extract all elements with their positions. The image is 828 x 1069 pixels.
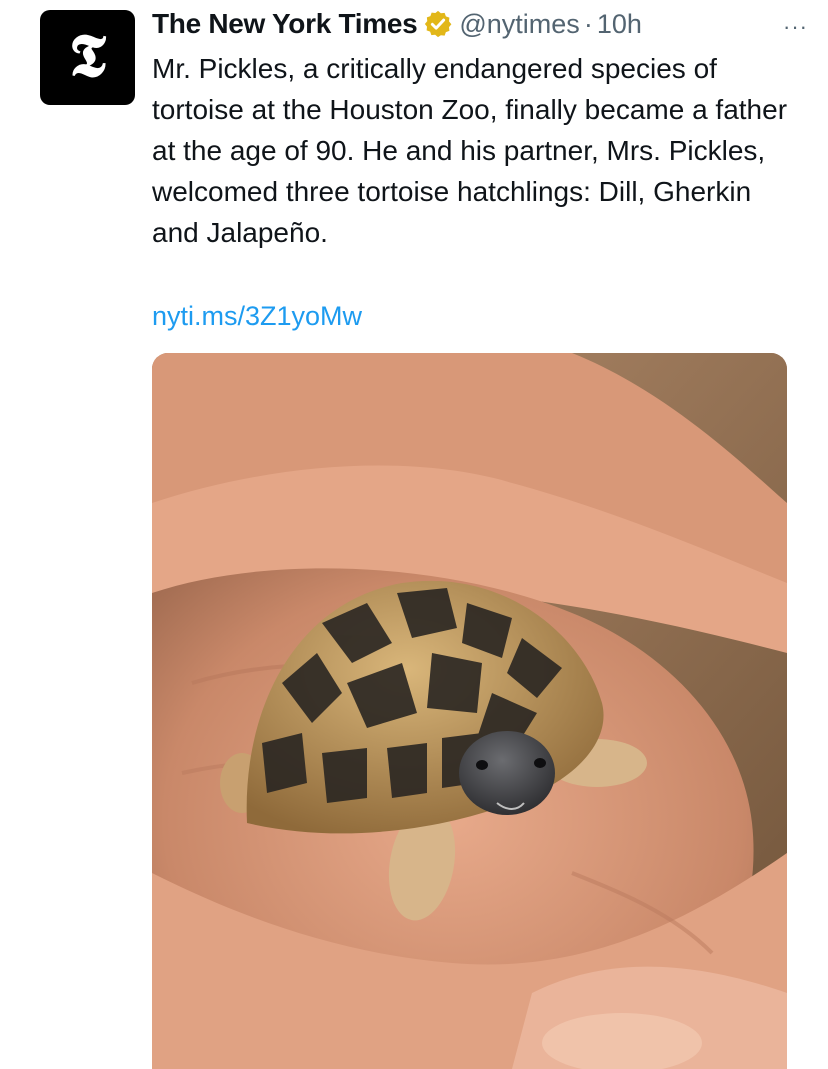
tweet-header: The New York Times @nytimes · 10h ··· (152, 4, 808, 44)
author-avatar[interactable]: 𝕿 (40, 10, 135, 105)
author-name[interactable]: The New York Times (152, 8, 418, 40)
tweet-timestamp[interactable]: 10h (597, 9, 642, 40)
tweet-link[interactable]: nyti.ms/3Z1yoMw (152, 296, 362, 336)
tweet-text: Mr. Pickles, a critically endangered spe… (152, 48, 802, 253)
tortoise-hatchling-photo (152, 353, 787, 1069)
author-handle[interactable]: @nytimes (459, 9, 579, 40)
more-options-icon[interactable]: ··· (783, 14, 808, 40)
separator-dot: · (583, 8, 593, 39)
verified-badge-icon (425, 10, 452, 38)
tweet-media-image[interactable] (152, 353, 787, 1069)
tweet-body: Mr. Pickles, a critically endangered spe… (152, 53, 788, 248)
nyt-logo-icon: 𝕿 (69, 20, 106, 91)
